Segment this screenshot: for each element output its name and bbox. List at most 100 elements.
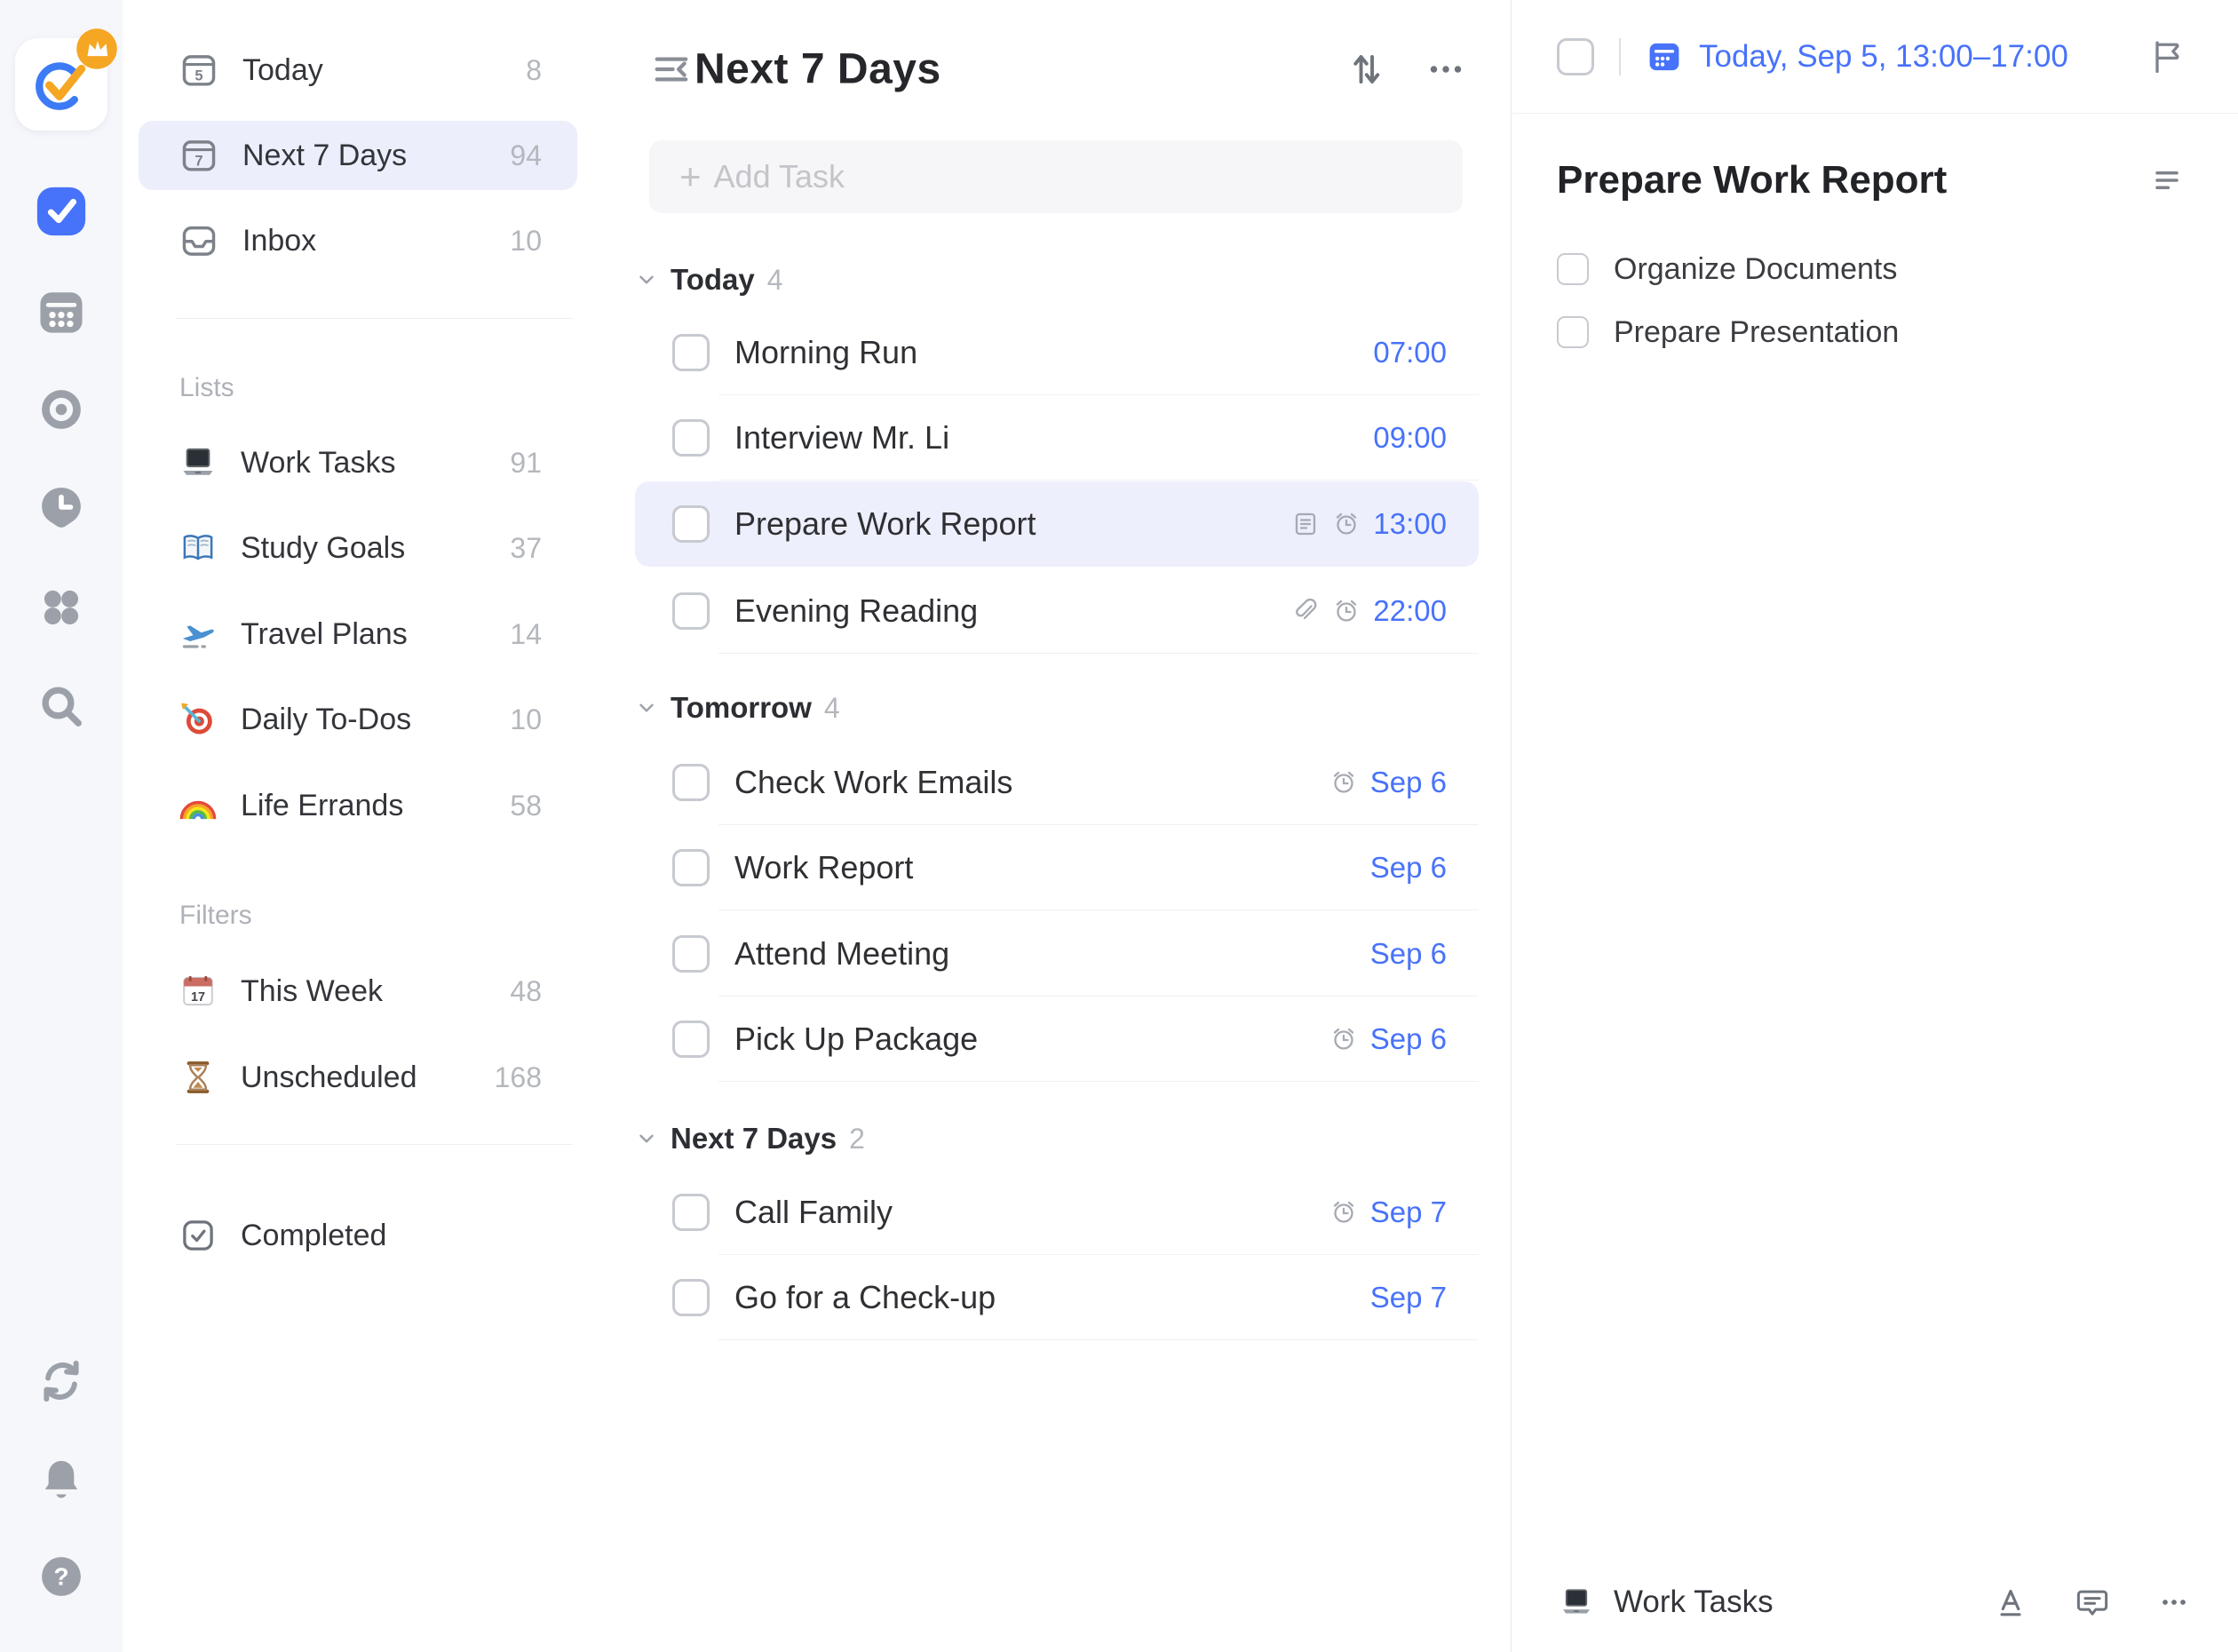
sidebar-item-label: Life Errands — [241, 789, 403, 823]
toolbar-divider — [1619, 38, 1621, 75]
sidebar-item-label: Inbox — [242, 224, 316, 258]
task-checkbox[interactable] — [672, 592, 710, 630]
sidebar-item-today[interactable]: 5 Today 8 — [139, 36, 577, 105]
task-title: Go for a Check-up — [734, 1279, 996, 1316]
add-task-input[interactable]: + Add Task — [649, 140, 1463, 213]
more-options-icon[interactable] — [1422, 45, 1470, 93]
task-date: Sep 6 — [1370, 766, 1447, 799]
subtask-title: Organize Documents — [1614, 252, 1897, 287]
app-logo[interactable] — [15, 38, 107, 131]
task-row[interactable]: Evening Reading 22:00 — [635, 568, 1479, 654]
ticktick-logo-icon — [15, 38, 107, 131]
sidebar-item-count: 14 — [510, 618, 542, 651]
rail-notifications-icon[interactable] — [36, 1454, 86, 1504]
rail-focus-icon[interactable] — [36, 482, 86, 532]
rail-sync-icon[interactable] — [36, 1356, 86, 1406]
task-date-range[interactable]: Today, Sep 5, 13:00–17:00 — [1699, 39, 2068, 75]
sidebar-item-unscheduled[interactable]: Unscheduled 168 — [139, 1043, 577, 1112]
task-row[interactable]: Check Work Emails Sep 6 — [635, 740, 1479, 825]
note-icon — [1291, 510, 1320, 538]
rail-tasks-icon[interactable] — [34, 184, 89, 239]
flag-icon[interactable] — [2147, 37, 2186, 76]
premium-crown-badge-icon — [74, 26, 120, 72]
sidebar-item-this-week[interactable]: 17 This Week 48 — [139, 957, 577, 1026]
book-emoji — [179, 528, 218, 568]
dart-emoji — [179, 700, 218, 739]
list-header: Next 7 Days — [592, 35, 1511, 104]
rainbow-emoji — [179, 786, 218, 825]
more-options-icon[interactable] — [2156, 1584, 2192, 1620]
alarm-icon — [1329, 768, 1358, 797]
completed-icon — [179, 1216, 218, 1255]
task-time: 07:00 — [1373, 336, 1447, 369]
group-count: 4 — [767, 264, 783, 297]
sort-icon[interactable] — [1344, 47, 1388, 91]
hourglass-emoji — [179, 1058, 218, 1097]
task-row[interactable]: Morning Run 07:00 — [635, 310, 1479, 395]
rail-eisenhower-icon[interactable] — [36, 385, 86, 434]
rail-search-icon[interactable] — [36, 681, 86, 731]
inbox-icon — [179, 220, 219, 261]
detail-footer: Work Tasks — [1512, 1553, 2238, 1652]
task-title: Work Report — [734, 849, 913, 886]
group-header-tomorrow[interactable]: Tomorrow 4 — [635, 688, 1479, 727]
comment-icon[interactable] — [2075, 1584, 2110, 1620]
task-row[interactable]: Work Report Sep 6 — [635, 825, 1479, 910]
task-title: Prepare Work Report — [734, 505, 1036, 543]
title-more-icon[interactable] — [2147, 161, 2186, 200]
rail-help-icon[interactable]: ? — [36, 1552, 86, 1601]
task-row[interactable]: Go for a Check-up Sep 7 — [635, 1255, 1479, 1340]
task-checkbox[interactable] — [672, 935, 710, 973]
group-header-next-7-days[interactable]: Next 7 Days 2 — [635, 1119, 1479, 1158]
group-name: Tomorrow — [671, 691, 812, 725]
alarm-icon — [1332, 510, 1361, 538]
paperclip-icon — [1291, 597, 1320, 625]
sidebar-item-travel-plans[interactable]: Travel Plans 14 — [139, 600, 577, 669]
task-row[interactable]: Call Family Sep 7 — [635, 1170, 1479, 1255]
rail-habits-icon[interactable] — [37, 584, 85, 631]
subtask-checkbox[interactable] — [1557, 316, 1589, 348]
detail-task-checkbox[interactable] — [1557, 38, 1594, 75]
sidebar-divider — [176, 318, 573, 319]
subtask-checkbox[interactable] — [1557, 253, 1589, 285]
group-count: 2 — [849, 1123, 865, 1156]
task-row[interactable]: Attend Meeting Sep 6 — [635, 911, 1479, 997]
sidebar-item-life-errands[interactable]: Life Errands 58 — [139, 771, 577, 840]
task-time: 13:00 — [1373, 507, 1447, 541]
airplane-emoji — [179, 615, 218, 654]
group-header-today[interactable]: Today 4 — [635, 260, 1479, 299]
add-task-placeholder: Add Task — [714, 158, 845, 195]
task-checkbox[interactable] — [672, 505, 710, 543]
task-checkbox[interactable] — [672, 1279, 710, 1316]
rail-calendar-icon[interactable] — [36, 286, 87, 338]
task-list-name[interactable]: Work Tasks — [1614, 1584, 1774, 1620]
detail-title-row: Prepare Work Report — [1557, 158, 2186, 203]
sidebar-item-inbox[interactable]: Inbox 10 — [139, 206, 577, 275]
task-checkbox[interactable] — [672, 849, 710, 886]
task-checkbox[interactable] — [672, 1021, 710, 1058]
chevron-down-icon — [635, 696, 658, 719]
sidebar-item-next-7-days[interactable]: 7 Next 7 Days 94 — [139, 121, 577, 190]
subtask-row[interactable]: Organize Documents — [1557, 237, 2186, 301]
sidebar-filters-heading: Filters — [179, 901, 252, 931]
task-row-selected[interactable]: Prepare Work Report 13:00 — [635, 481, 1479, 567]
task-list-panel: Next 7 Days + Add Task Today 4 Morning R… — [592, 0, 1512, 1652]
task-title: Interview Mr. Li — [734, 419, 949, 457]
sidebar-item-label: Completed — [241, 1219, 386, 1253]
calendar-blue-icon[interactable] — [1646, 38, 1683, 75]
subtask-row[interactable]: Prepare Presentation — [1557, 300, 2186, 364]
sidebar-item-study-goals[interactable]: Study Goals 37 — [139, 513, 577, 583]
task-checkbox[interactable] — [672, 334, 710, 371]
sidebar-item-daily-to-dos[interactable]: Daily To-Dos 10 — [139, 685, 577, 754]
chevron-down-icon — [635, 268, 658, 291]
sidebar-item-count: 10 — [510, 703, 542, 736]
task-checkbox[interactable] — [672, 764, 710, 801]
task-checkbox[interactable] — [672, 1194, 710, 1231]
task-row[interactable]: Interview Mr. Li 09:00 — [635, 395, 1479, 481]
sidebar-item-work-tasks[interactable]: Work Tasks 91 — [139, 428, 577, 497]
task-checkbox[interactable] — [672, 419, 710, 457]
sidebar-toggle-icon[interactable] — [648, 46, 694, 92]
sidebar-item-completed[interactable]: Completed — [139, 1201, 577, 1270]
text-format-icon[interactable] — [1993, 1584, 2028, 1620]
task-row[interactable]: Pick Up Package Sep 6 — [635, 997, 1479, 1082]
